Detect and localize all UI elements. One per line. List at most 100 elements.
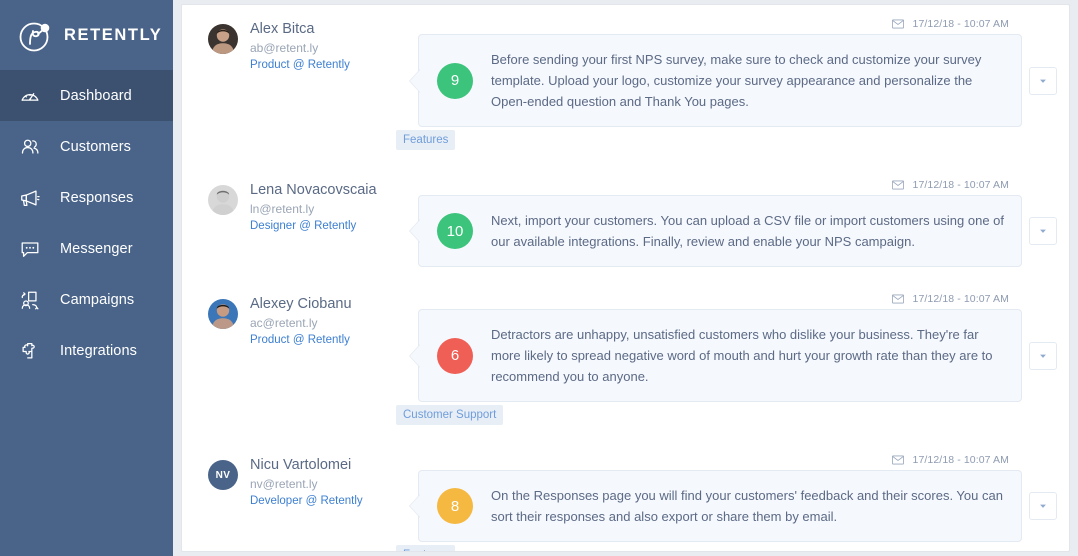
- puzzle-piece-icon: [18, 339, 42, 363]
- response-content: 17/12/18 - 10:07 AM 6 Detractors are unhap…: [396, 289, 1057, 428]
- sidebar-item-label: Messenger: [60, 240, 133, 257]
- response-meta: 17/12/18 - 10:07 AM: [418, 289, 1057, 309]
- response-row: Alex Bitca ab@retent.ly Product @ Retently…: [208, 14, 1057, 153]
- main-area: Alex Bitca ab@retent.ly Product @ Retently…: [173, 0, 1078, 556]
- respondent: Lena Novacovscaia ln@retent.ly Designer @ …: [208, 175, 418, 234]
- respondent: Alexey Ciobanu ac@retent.ly Product @ Rete…: [208, 289, 418, 348]
- avatar: NV: [208, 460, 238, 490]
- response-content: 17/12/18 - 10:07 AM 9 Before sending your …: [396, 14, 1057, 153]
- tag-pill[interactable]: Features: [396, 545, 456, 551]
- response-content: 17/12/18 - 10:07 AM 10 Next, import your c…: [409, 175, 1057, 267]
- respondent-role[interactable]: Developer @ Retently: [250, 493, 363, 509]
- respondent: NV Nicu Vartolomei nv@retent.ly Developer @…: [208, 450, 418, 509]
- respondent-role[interactable]: Designer @ Retently: [250, 218, 377, 234]
- response-message: Detractors are unhappy, unsatisfied cust…: [491, 327, 993, 384]
- chevron-down-icon[interactable]: [1029, 217, 1057, 245]
- respondent-email: ab@retent.ly: [250, 41, 319, 55]
- campaign-icon: [18, 288, 42, 312]
- respondent: Alex Bitca ab@retent.ly Product @ Retently: [208, 14, 418, 73]
- content-panel: Alex Bitca ab@retent.ly Product @ Retently…: [181, 4, 1070, 552]
- response-timestamp: 17/12/18 - 10:07 AM: [912, 454, 1009, 466]
- sidebar-item-messenger[interactable]: Messenger: [0, 223, 173, 274]
- respondent-info: Nicu Vartolomei nv@retent.ly Developer @ R…: [250, 456, 363, 509]
- message-bubble: 10 Next, import your customers. You can u…: [409, 195, 1022, 267]
- response-timestamp: 17/12/18 - 10:07 AM: [912, 18, 1009, 30]
- sidebar-nav: Dashboard Customers Responses Messenger …: [0, 70, 173, 376]
- sidebar-item-campaigns[interactable]: Campaigns: [0, 274, 173, 325]
- bubble-notch: [410, 220, 420, 242]
- tag-pill[interactable]: Customer Support: [396, 405, 504, 425]
- sidebar-item-label: Campaigns: [60, 291, 135, 308]
- response-message: Before sending your first NPS survey, ma…: [491, 52, 982, 109]
- bubble-notch: [410, 344, 420, 367]
- sidebar-item-customers[interactable]: Customers: [0, 121, 173, 172]
- nps-score-badge: 8: [437, 488, 473, 524]
- sidebar-item-label: Customers: [60, 138, 131, 155]
- respondent-name: Alexey Ciobanu: [250, 296, 352, 312]
- message-bubble: 6 Detractors are unhappy, unsatisfied cus…: [409, 309, 1022, 402]
- response-timestamp: 17/12/18 - 10:07 AM: [912, 179, 1009, 191]
- sidebar-item-responses[interactable]: Responses: [0, 172, 173, 223]
- message-bubble: 8 On the Responses page you will find you…: [409, 470, 1022, 542]
- sidebar: RETENTLY Dashboard Customers Responses M…: [0, 0, 173, 556]
- nps-score-badge: 6: [437, 337, 473, 374]
- response-row: NV Nicu Vartolomei nv@retent.ly Developer @…: [208, 450, 1057, 551]
- sidebar-item-label: Responses: [60, 189, 134, 206]
- response-meta: 17/12/18 - 10:07 AM: [418, 175, 1057, 195]
- brand-logo[interactable]: RETENTLY: [0, 0, 173, 70]
- avatar: [208, 299, 238, 329]
- message-bubble: 9 Before sending your first NPS survey, m…: [409, 34, 1022, 127]
- sidebar-item-integrations[interactable]: Integrations: [0, 325, 173, 376]
- response-tags: Customer Support: [396, 402, 1057, 428]
- response-timestamp: 17/12/18 - 10:07 AM: [912, 293, 1009, 305]
- nps-score-badge: 9: [437, 62, 473, 99]
- respondent-name: Lena Novacovscaia: [250, 182, 377, 198]
- responses-feed: Alex Bitca ab@retent.ly Product @ Retently…: [182, 14, 1069, 551]
- app-root: RETENTLY Dashboard Customers Responses M…: [0, 0, 1078, 556]
- response-tags: Features: [396, 542, 1057, 551]
- speedometer-icon: [18, 84, 42, 108]
- respondent-email: nv@retent.ly: [250, 477, 318, 491]
- respondent-email: ac@retent.ly: [250, 316, 318, 330]
- respondent-name: Alex Bitca: [250, 21, 315, 37]
- response-meta: 17/12/18 - 10:07 AM: [418, 14, 1057, 34]
- brand-name: RETENTLY: [64, 25, 163, 44]
- response-message: On the Responses page you will find your…: [491, 488, 1003, 524]
- megaphone-icon: [18, 186, 42, 210]
- avatar: [208, 185, 238, 215]
- message-bubble-wrap: 10 Next, import your customers. You can u…: [409, 195, 1057, 267]
- response-content: 17/12/18 - 10:07 AM 8 On the Responses pag…: [396, 450, 1057, 551]
- bubble-notch: [410, 69, 420, 92]
- response-tags: Features: [396, 127, 1057, 153]
- retently-logo-icon: [18, 17, 54, 53]
- envelope-icon: [891, 455, 904, 465]
- respondent-info: Alex Bitca ab@retent.ly Product @ Retently: [250, 20, 350, 73]
- users-icon: [18, 135, 42, 159]
- envelope-icon: [891, 19, 904, 29]
- chevron-down-icon[interactable]: [1029, 492, 1057, 520]
- chevron-down-icon[interactable]: [1029, 341, 1057, 370]
- message-bubble-wrap: 8 On the Responses page you will find you…: [409, 470, 1057, 542]
- chevron-down-icon[interactable]: [1029, 66, 1057, 95]
- respondent-name: Nicu Vartolomei: [250, 457, 352, 473]
- response-row: Lena Novacovscaia ln@retent.ly Designer @ …: [208, 175, 1057, 267]
- sidebar-item-label: Integrations: [60, 342, 137, 359]
- chat-bubble-icon: [18, 237, 42, 261]
- nps-score-badge: 10: [437, 213, 473, 249]
- message-bubble-wrap: 9 Before sending your first NPS survey, m…: [409, 34, 1057, 127]
- tag-pill[interactable]: Features: [396, 130, 456, 150]
- response-row: Alexey Ciobanu ac@retent.ly Product @ Rete…: [208, 289, 1057, 428]
- message-bubble-wrap: 6 Detractors are unhappy, unsatisfied cus…: [409, 309, 1057, 402]
- avatar: [208, 24, 238, 54]
- respondent-info: Alexey Ciobanu ac@retent.ly Product @ Rete…: [250, 295, 352, 348]
- sidebar-item-label: Dashboard: [60, 87, 132, 104]
- respondent-email: ln@retent.ly: [250, 202, 315, 216]
- bubble-notch: [410, 495, 420, 517]
- response-meta: 17/12/18 - 10:07 AM: [418, 450, 1057, 470]
- response-message: Next, import your customers. You can upl…: [491, 213, 1005, 249]
- sidebar-item-dashboard[interactable]: Dashboard: [0, 70, 173, 121]
- envelope-icon: [891, 294, 904, 304]
- respondent-role[interactable]: Product @ Retently: [250, 332, 352, 348]
- envelope-icon: [891, 180, 904, 190]
- respondent-role[interactable]: Product @ Retently: [250, 57, 350, 73]
